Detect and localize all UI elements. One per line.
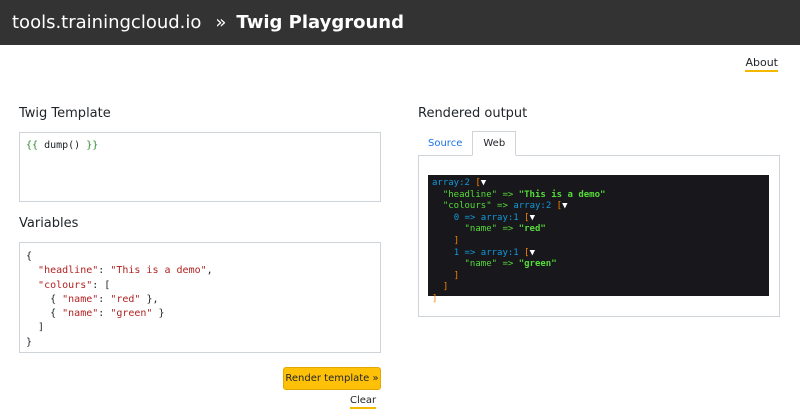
code-token: [ <box>518 212 530 223</box>
dump-line: ] <box>432 294 765 306</box>
dump-line: array:2 [▼ <box>432 178 765 190</box>
template-editor[interactable]: {{ dump() }} <box>19 132 381 202</box>
dump-line: "headline" => "This is a demo" <box>432 190 765 202</box>
code-token: "name" <box>464 259 498 270</box>
dump-line: "colours" => array:2 [▼ <box>432 201 765 213</box>
code-token: => <box>497 224 519 235</box>
dump-line: 1 => array:1 [▼ <box>432 248 765 260</box>
code-token: ▼ <box>529 212 535 223</box>
clear-link[interactable]: Clear <box>350 395 377 409</box>
render-template-button[interactable]: Render template » <box>283 367 381 390</box>
code-token: ▼ <box>529 247 535 258</box>
dump-output: array:2 [▼ "headline" => "This is a demo… <box>428 175 769 304</box>
output-tabs: Source Web <box>418 131 517 156</box>
code-token: "green" <box>518 259 557 270</box>
variables-editor[interactable]: { "headline": "This is a demo", "colours… <box>19 242 381 353</box>
code-token: array:1 <box>480 212 519 223</box>
code-token: { <box>50 308 63 320</box>
json-line: "headline": "This is a demo", <box>26 264 374 278</box>
code-token: ] <box>442 282 449 293</box>
tab-source[interactable]: Source <box>418 131 472 156</box>
code-token: : [ <box>92 279 111 291</box>
template-label: Twig Template <box>19 106 111 121</box>
code-token: "headline" <box>38 265 99 277</box>
json-line: } <box>26 336 374 350</box>
code-token: "This is a demo" <box>518 189 606 200</box>
code-token: => <box>497 259 519 270</box>
code-token: "colours" <box>38 279 93 291</box>
code-token: , <box>206 265 213 277</box>
code-token: array:2 <box>432 178 470 188</box>
json-line: "colours": [ <box>26 279 374 293</box>
code-token: ] <box>453 270 460 281</box>
page-title: Twig Playground <box>236 12 405 33</box>
top-navbar: tools.trainingcloud.io » Twig Playground <box>0 0 800 45</box>
code-token: }, <box>140 293 159 305</box>
variables-label: Variables <box>19 216 79 231</box>
json-line: { "name": "red" }, <box>26 293 374 307</box>
dump-line: "name" => "red" <box>432 224 765 236</box>
code-token: [ <box>518 247 530 258</box>
code-token: : <box>98 308 111 320</box>
output-label: Rendered output <box>418 106 528 121</box>
json-line: { "name": "green" } <box>26 307 374 321</box>
dump-line: 0 => array:1 [▼ <box>432 213 765 225</box>
code-token: ] <box>432 293 438 304</box>
dump-line: "name" => "green" <box>432 259 765 271</box>
dump-line: ] <box>432 282 765 294</box>
code-token: "This is a demo" <box>110 265 207 277</box>
code-token: "green" <box>110 308 153 320</box>
code-token: "colours" <box>442 201 492 212</box>
site-link[interactable]: tools.trainingcloud.io <box>12 12 201 33</box>
code-token: => <box>459 247 481 258</box>
code-token: { <box>50 293 63 305</box>
code-token: => <box>497 189 519 200</box>
code-token: "name" <box>62 293 99 305</box>
json-line: ] <box>26 321 374 335</box>
code-token: ▼ <box>480 178 487 188</box>
dump-line: ] <box>432 236 765 248</box>
code-token: "red" <box>110 293 141 305</box>
code-token: : <box>98 265 111 277</box>
twig-close-delim: }} <box>86 140 99 151</box>
twig-open-delim: {{ <box>26 140 39 151</box>
code-token: "name" <box>62 308 99 320</box>
code-token: } <box>152 308 165 320</box>
code-token: "red" <box>518 224 546 235</box>
code-token: [ <box>551 201 563 212</box>
code-token: array:2 <box>513 201 552 212</box>
code-token: array:1 <box>480 247 519 258</box>
code-token: : <box>98 293 111 305</box>
code-token: "name" <box>464 224 498 235</box>
code-token: ] <box>453 235 460 246</box>
code-token: } <box>26 336 33 348</box>
tab-web[interactable]: Web <box>472 131 517 156</box>
code-token: [ <box>469 178 481 188</box>
code-token: ▼ <box>562 201 568 212</box>
breadcrumb-separator: » <box>215 12 227 33</box>
code-token: ] <box>38 322 45 334</box>
json-line: { <box>26 250 374 264</box>
code-token: "headline" <box>442 189 498 200</box>
about-link[interactable]: About <box>745 56 778 72</box>
twig-expression: dump() <box>38 140 87 151</box>
code-token: => <box>459 212 481 223</box>
dump-line: ] <box>432 271 765 283</box>
code-token: { <box>26 251 33 262</box>
code-token: => <box>491 201 514 212</box>
